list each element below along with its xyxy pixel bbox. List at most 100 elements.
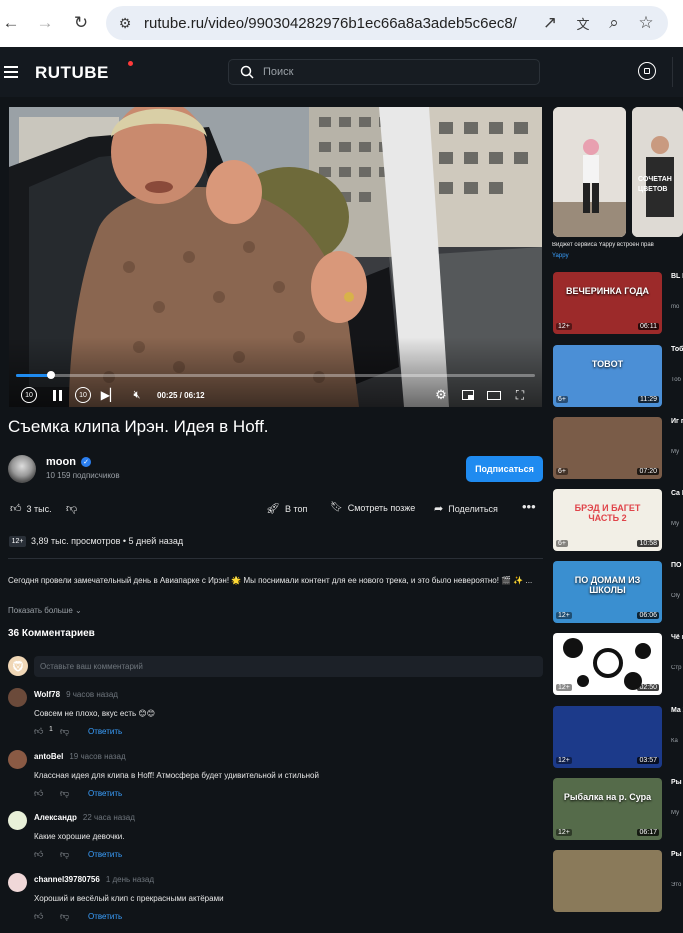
comment-author[interactable]: Александр — [34, 813, 77, 822]
comment-author-line: channel39780756 1 день назад — [34, 875, 154, 884]
related-video[interactable]: ПО ДОМАМ ИЗ ШКОЛЫ 12+ 06:06 ПО РИ Oly — [553, 561, 683, 623]
related-video[interactable]: БРЭД И БАГЕТ ЧАСТЬ 2 6+ 10:58 Сa Бр Му — [553, 489, 683, 551]
comment-dislike-icon[interactable]: 👎︎ — [60, 788, 69, 799]
menu-icon[interactable] — [4, 66, 18, 78]
search-box[interactable] — [228, 59, 540, 85]
related-video[interactable]: Рыбалка на р. Сура 12+ 06:17 Ры Час Му — [553, 778, 683, 840]
subscribe-button[interactable]: Подписаться — [466, 456, 543, 482]
reload-icon[interactable]: ↻ — [70, 12, 92, 34]
related-thumbnail[interactable]: 6+ 07:20 — [553, 417, 662, 479]
thumb-text: TOBOT — [591, 359, 624, 369]
rutube-logo[interactable]: RUTUBE — [35, 63, 109, 83]
comment-avatar[interactable] — [8, 688, 27, 707]
next-icon[interactable]: ▶▏ — [101, 387, 119, 403]
related-title[interactable]: Ры Час — [671, 778, 683, 788]
forward-10-icon[interactable]: 10 — [75, 387, 91, 403]
related-video[interactable]: Ры аэр Это — [553, 850, 683, 912]
channel-name[interactable]: moon — [46, 456, 76, 468]
comment-input[interactable] — [34, 656, 543, 677]
dislike-button[interactable]: 👎︎ — [66, 502, 77, 515]
related-title[interactable]: BL ЮL — [671, 272, 683, 282]
video-player[interactable]: 10 10 ▶▏ 🔇︎ 00:25 / 06:12 ⚙ ⛶ — [9, 107, 542, 407]
related-thumbnail[interactable]: TOBOT 6+ 11:29 — [553, 345, 662, 407]
comment-author[interactable]: Wolf78 — [34, 690, 60, 699]
search-input[interactable] — [263, 60, 533, 84]
divider — [8, 558, 543, 559]
related-title[interactable]: ПО РИ — [671, 561, 683, 571]
comment-time: 9 часов назад — [66, 690, 118, 699]
comment-author[interactable]: antoBel — [34, 752, 63, 761]
related-title[interactable]: Ры аэр — [671, 850, 683, 860]
related-thumbnail[interactable]: ПО ДОМАМ ИЗ ШКОЛЫ 12+ 06:06 — [553, 561, 662, 623]
comment-like-icon[interactable]: 👍︎ — [34, 726, 43, 737]
related-channel: Му — [671, 810, 680, 816]
comment-reply-button[interactable]: Ответить — [88, 850, 122, 859]
browser-toolbar: ← → ↻ ⚙ rutube.ru/video/990304282976b1ec… — [0, 0, 683, 47]
comment: Александр 22 часа назад Какие хорошие дево… — [8, 811, 543, 871]
translate-icon[interactable]: 文 — [572, 12, 594, 34]
rewind-10-icon[interactable]: 10 — [21, 387, 37, 403]
related-thumbnail[interactable]: Рыбалка на р. Сура 12+ 06:17 — [553, 778, 662, 840]
related-video[interactable]: 12+02:50 Чё кар Стр — [553, 633, 683, 695]
related-video[interactable]: 6+ 07:20 Иг по Му — [553, 417, 683, 479]
related-thumbnail[interactable]: БРЭД И БАГЕТ ЧАСТЬ 2 6+ 10:58 — [553, 489, 662, 551]
shorts-card[interactable]: СОЧЕТАН ЦВЕТОВ — [632, 107, 683, 237]
related-channel: Тоб — [671, 377, 681, 383]
comment-avatar[interactable] — [8, 873, 27, 892]
forward-icon[interactable]: → — [34, 12, 56, 34]
back-icon[interactable]: ← — [0, 12, 22, 34]
shorts-card[interactable] — [553, 107, 626, 237]
related-channel: Oly — [671, 593, 680, 599]
comment-reply-button[interactable]: Ответить — [88, 789, 122, 798]
comment-avatar[interactable] — [8, 750, 27, 769]
url-text[interactable]: rutube.ru/video/990304282976b1ec66a8a3ad… — [144, 15, 517, 32]
bookmark-star-icon[interactable]: ☆ — [635, 12, 657, 34]
comment-reply-button[interactable]: Ответить — [88, 727, 122, 736]
top-button[interactable]: 🚀︎ В топ — [266, 502, 307, 515]
pause-icon[interactable] — [49, 387, 65, 403]
related-age-badge: 12+ — [556, 757, 572, 764]
open-external-icon[interactable]: ↗ — [539, 12, 561, 34]
progress-handle[interactable] — [46, 371, 55, 379]
miniplayer-icon[interactable] — [460, 387, 476, 403]
related-title[interactable]: Иг по — [671, 417, 683, 427]
shorts-brand[interactable]: Yappy — [552, 253, 569, 259]
comment-like-icon[interactable]: 👍︎ — [34, 849, 43, 860]
related-title[interactable]: Тоб се — [671, 345, 683, 355]
comment-dislike-icon[interactable]: 👎︎ — [60, 849, 69, 860]
related-thumbnail[interactable] — [553, 850, 662, 912]
comment-dislike-icon[interactable]: 👎︎ — [60, 911, 69, 922]
related-video[interactable]: 12+ 03:57 Ma Ха Ка — [553, 706, 683, 768]
circles-pattern — [563, 638, 651, 690]
share-button[interactable]: ➦ Поделиться — [434, 502, 498, 515]
related-thumbnail[interactable]: 12+ 03:57 — [553, 706, 662, 768]
related-video[interactable]: TOBOT 6+ 11:29 Тоб се Тоб — [553, 345, 683, 407]
comment-author[interactable]: channel39780756 — [34, 875, 100, 884]
related-video[interactable]: ВЕЧЕРИНКА ГОДА 12+ 06:11 BL ЮL mo — [553, 272, 683, 334]
like-button[interactable]: 👍︎ 3 тыс. — [10, 502, 52, 515]
comment-dislike-icon[interactable]: 👎︎ — [60, 726, 69, 737]
comment-text: Хороший и весёлый клип с прекрасными акт… — [34, 894, 224, 903]
site-settings-icon[interactable]: ⚙ — [114, 12, 136, 34]
related-thumbnail[interactable]: 12+ 02:50 — [553, 633, 662, 695]
comment-avatar[interactable] — [8, 811, 27, 830]
theater-mode-icon[interactable] — [486, 387, 502, 403]
related-title[interactable]: Сa Бр — [671, 489, 683, 499]
watch-later-button[interactable]: 🔖︎ Смотреть позже — [330, 502, 415, 513]
channel-avatar[interactable] — [8, 455, 36, 483]
progress-track[interactable] — [16, 371, 535, 379]
zoom-icon[interactable]: ⌕ — [603, 12, 625, 34]
settings-gear-icon[interactable]: ⚙ — [433, 387, 449, 403]
related-title[interactable]: Чё кар — [671, 633, 683, 643]
comment-like-icon[interactable]: 👍︎ — [34, 788, 43, 799]
show-more-link[interactable]: Показать больше ⌄ — [8, 606, 82, 615]
comment-reply-button[interactable]: Ответить — [88, 912, 122, 921]
comment-like-icon[interactable]: 👍︎ — [34, 911, 43, 922]
related-title[interactable]: Ma Ха — [671, 706, 683, 716]
mute-icon[interactable]: 🔇︎ — [128, 387, 146, 403]
upload-icon[interactable] — [638, 62, 656, 80]
related-thumbnail[interactable]: ВЕЧЕРИНКА ГОДА 12+ 06:11 — [553, 272, 662, 334]
more-options-icon[interactable]: ••• — [522, 499, 536, 514]
related-duration: 06:11 — [638, 323, 659, 330]
fullscreen-icon[interactable]: ⛶ — [512, 387, 528, 403]
